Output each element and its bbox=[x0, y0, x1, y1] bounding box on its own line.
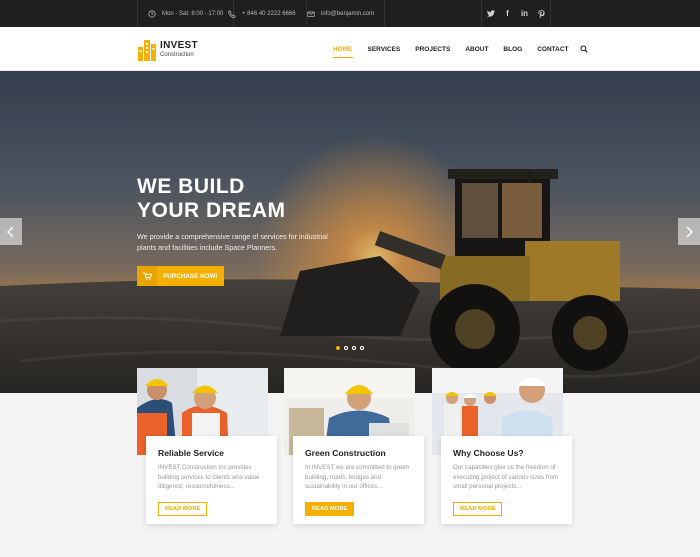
logo[interactable]: INVEST Construction bbox=[137, 37, 198, 61]
feature-card-body: Green Construction In INVEST we are comm… bbox=[293, 436, 424, 524]
facebook-icon[interactable]: f bbox=[499, 0, 516, 27]
phone-info[interactable]: + 846 40 2222 6666 bbox=[218, 0, 307, 27]
linkedin-icon[interactable]: in bbox=[516, 0, 533, 27]
logo-subtitle: Construction bbox=[160, 51, 194, 58]
read-more-button[interactable]: READ MORE bbox=[158, 502, 208, 516]
feature-text: INVEST Construction Inc provides buildin… bbox=[158, 464, 260, 490]
site-header: INVEST Construction HOME SERVICES PROJEC… bbox=[0, 27, 700, 71]
feature-title: Why Choose Us? bbox=[453, 448, 524, 458]
email-text: info@benjamin.com bbox=[321, 10, 375, 17]
nav-about[interactable]: ABOUT bbox=[465, 27, 488, 71]
hero-title-line2: YOUR DREAM bbox=[137, 199, 286, 222]
phone-icon bbox=[228, 9, 236, 18]
next-slide-button[interactable] bbox=[678, 218, 700, 245]
read-more-button[interactable]: READ MORE bbox=[453, 502, 503, 516]
purchase-now-label: PURCHASE NOW! bbox=[157, 266, 224, 286]
slide-dot-3[interactable] bbox=[352, 346, 356, 350]
cart-icon bbox=[137, 266, 157, 286]
pinterest-icon[interactable] bbox=[533, 0, 550, 27]
hero-title-line1: WE BUILD bbox=[137, 175, 245, 198]
chevron-right-icon bbox=[686, 226, 693, 237]
twitter-icon[interactable] bbox=[482, 0, 499, 27]
hero-title: WE BUILD YOUR DREAM bbox=[137, 175, 286, 223]
slider-dots bbox=[336, 346, 364, 350]
main-nav: HOME SERVICES PROJECTS ABOUT BLOG CONTAC… bbox=[333, 27, 588, 71]
phone-text: + 846 40 2222 6666 bbox=[242, 10, 296, 17]
nav-projects[interactable]: PROJECTS bbox=[415, 27, 450, 71]
hero-slider: WE BUILD YOUR DREAM We provide a compreh… bbox=[0, 71, 700, 393]
social-links: f in bbox=[481, 0, 551, 27]
logo-name: INVEST bbox=[160, 39, 198, 51]
envelope-icon bbox=[307, 11, 315, 17]
clock-icon bbox=[148, 9, 156, 18]
hero-description: We provide a comprehensive range of serv… bbox=[137, 232, 328, 252]
building-logo-icon bbox=[138, 40, 156, 61]
email-info[interactable]: info@benjamin.com bbox=[297, 0, 386, 27]
hero-bulldozer-image bbox=[0, 71, 700, 393]
top-bar: Mon - Sat: 8:00 - 17:00 + 846 40 2222 66… bbox=[0, 0, 700, 27]
feature-title: Green Construction bbox=[305, 448, 386, 458]
feature-title: Reliable Service bbox=[158, 448, 224, 458]
slide-dot-2[interactable] bbox=[344, 346, 348, 350]
nav-blog[interactable]: BLOG bbox=[503, 27, 522, 71]
search-icon[interactable] bbox=[579, 45, 588, 53]
nav-contact[interactable]: CONTACT bbox=[537, 27, 568, 71]
slide-dot-1[interactable] bbox=[336, 346, 340, 350]
opening-hours-text: Mon - Sat: 8:00 - 17:00 bbox=[162, 10, 224, 17]
nav-services[interactable]: SERVICES bbox=[368, 27, 401, 71]
purchase-now-button[interactable]: PURCHASE NOW! bbox=[137, 266, 224, 286]
feature-text: Our capacities give us the freedom of ex… bbox=[453, 464, 559, 490]
feature-card-body: Why Choose Us? Our capacities give us th… bbox=[441, 436, 572, 524]
nav-home[interactable]: HOME bbox=[333, 27, 353, 71]
feature-card-body: Reliable Service INVEST Construction Inc… bbox=[146, 436, 277, 524]
read-more-button[interactable]: READ MORE bbox=[305, 502, 355, 516]
feature-text: In INVEST we are committed to green buil… bbox=[305, 464, 410, 490]
chevron-left-icon bbox=[7, 226, 14, 237]
prev-slide-button[interactable] bbox=[0, 218, 22, 245]
slide-dot-4[interactable] bbox=[360, 346, 364, 350]
